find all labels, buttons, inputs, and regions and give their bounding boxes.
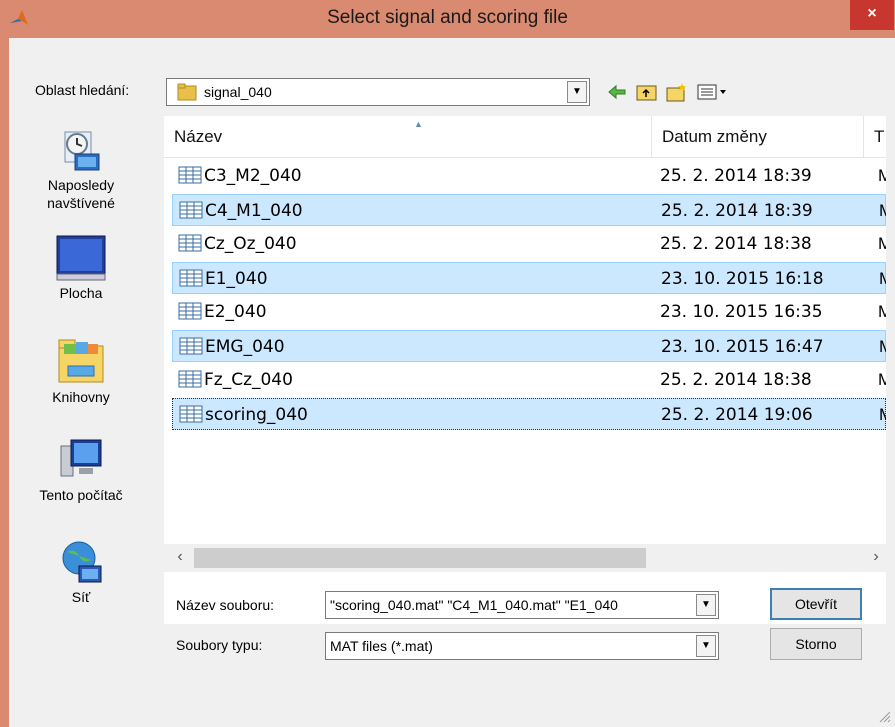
filetype-label: Soubory typu:	[176, 637, 263, 653]
navigation-toolbar	[606, 78, 730, 106]
mat-file-icon	[179, 201, 203, 219]
file-row[interactable]: E1_040 23. 10. 2015 16:18 M	[172, 262, 886, 294]
new-folder-icon[interactable]	[666, 81, 688, 103]
scrollbar-thumb[interactable]	[194, 548, 646, 568]
sort-ascending-icon: ▲	[414, 119, 423, 129]
file-name: Fz_Cz_040	[204, 370, 293, 390]
file-type: M	[878, 234, 886, 253]
column-header-date[interactable]: Datum změny	[652, 116, 864, 158]
resize-grip-icon[interactable]	[877, 709, 891, 723]
file-date: 25. 2. 2014 18:38	[660, 234, 812, 254]
filetype-select[interactable]: MAT files (*.mat) ▼	[325, 632, 719, 660]
dialog-title: Select signal and scoring file	[327, 7, 568, 28]
file-name: Cz_Oz_040	[204, 234, 297, 254]
place-recent-label: Naposledy	[47, 177, 115, 193]
file-row[interactable]: Cz_Oz_040 25. 2. 2014 18:38 M	[172, 228, 886, 260]
place-libraries-label: Knihovny	[52, 389, 110, 405]
file-row[interactable]: Fz_Cz_040 25. 2. 2014 18:38 M	[172, 364, 886, 396]
chevron-down-icon[interactable]: ▼	[696, 594, 716, 616]
filename-label: Název souboru:	[176, 597, 275, 613]
open-button[interactable]: Otevřít	[770, 588, 862, 620]
back-arrow-icon[interactable]	[606, 81, 628, 103]
mat-file-icon	[178, 370, 202, 388]
file-date: 25. 2. 2014 18:39	[660, 166, 812, 186]
file-type: M	[879, 201, 886, 221]
place-recent[interactable]: Naposledy navštívené	[2, 126, 160, 212]
cancel-button[interactable]: Storno	[770, 628, 862, 660]
desktop-icon	[56, 235, 106, 281]
libraries-icon	[58, 339, 104, 383]
close-button[interactable]: ×	[850, 0, 894, 30]
place-desktop-label: Plocha	[59, 285, 103, 301]
file-row[interactable]: EMG_040 23. 10. 2015 16:47 M	[172, 330, 886, 362]
file-row[interactable]: C3_M2_040 25. 2. 2014 18:39 M	[172, 160, 886, 192]
file-list-header: Název Datum změny T ▲	[164, 116, 886, 158]
place-network-label: Síť	[71, 589, 91, 605]
chevron-down-icon[interactable]: ▼	[567, 81, 587, 103]
column-header-type[interactable]: T	[864, 116, 886, 158]
look-in-label: Oblast hledání:	[35, 82, 130, 98]
look-in-combo[interactable]: signal_040 ▼	[166, 78, 590, 106]
title-bar[interactable]: Select signal and scoring file ×	[0, 0, 895, 38]
file-name: E1_040	[205, 269, 268, 289]
file-type: M	[878, 370, 886, 389]
scroll-left-icon[interactable]: ‹	[170, 548, 190, 568]
file-date: 25. 2. 2014 18:38	[660, 370, 812, 390]
place-computer[interactable]: Tento počítač	[2, 436, 160, 504]
scroll-right-icon[interactable]: ›	[866, 548, 886, 568]
file-date: 25. 2. 2014 18:39	[661, 201, 813, 221]
chevron-down-icon[interactable]: ▼	[696, 635, 716, 657]
file-type: M	[879, 337, 886, 357]
place-recent-label-2: navštívené	[47, 195, 115, 211]
file-dialog-window: Select signal and scoring file × Oblast …	[0, 0, 895, 727]
file-name: EMG_040	[205, 337, 285, 357]
computer-icon	[60, 439, 102, 477]
place-libraries[interactable]: Knihovny	[2, 336, 160, 406]
file-type: M	[878, 302, 886, 321]
column-header-name[interactable]: Název	[164, 116, 652, 158]
mat-file-icon	[179, 337, 203, 355]
file-name: E2_040	[204, 302, 267, 322]
view-menu-icon[interactable]	[696, 81, 730, 103]
file-row[interactable]: E2_040 23. 10. 2015 16:35 M	[172, 296, 886, 328]
recent-places-icon	[64, 131, 100, 171]
file-type: M	[879, 405, 886, 425]
file-date: 23. 10. 2015 16:35	[660, 302, 823, 322]
file-type: M	[878, 166, 886, 185]
file-date: 23. 10. 2015 16:47	[661, 337, 824, 357]
file-row[interactable]: scoring_040 25. 2. 2014 19:06 M	[172, 398, 886, 430]
folder-icon	[177, 83, 197, 101]
up-folder-icon[interactable]	[636, 81, 658, 103]
place-computer-label: Tento počítač	[39, 487, 123, 503]
file-name: C3_M2_040	[204, 166, 302, 186]
network-icon	[62, 541, 102, 583]
horizontal-scrollbar[interactable]: ‹ ›	[164, 544, 886, 572]
mat-file-icon	[178, 302, 202, 320]
filename-input[interactable]: "scoring_040.mat" "C4_M1_040.mat" "E1_04…	[325, 591, 719, 619]
mat-file-icon	[178, 234, 202, 252]
filetype-value: MAT files (*.mat)	[330, 638, 433, 654]
mat-file-icon	[178, 166, 202, 184]
place-network[interactable]: Síť	[2, 538, 160, 606]
filename-value: "scoring_040.mat" "C4_M1_040.mat" "E1_04…	[330, 597, 618, 613]
file-name: C4_M1_040	[205, 201, 303, 221]
place-desktop[interactable]: Plocha	[2, 234, 160, 302]
file-date: 25. 2. 2014 19:06	[661, 405, 813, 425]
mat-file-icon	[179, 269, 203, 287]
file-type: M	[879, 269, 886, 289]
file-date: 23. 10. 2015 16:18	[661, 269, 824, 289]
look-in-value: signal_040	[204, 84, 272, 100]
file-row[interactable]: C4_M1_040 25. 2. 2014 18:39 M	[172, 194, 886, 226]
mat-file-icon	[179, 405, 203, 423]
file-name: scoring_040	[205, 405, 308, 425]
